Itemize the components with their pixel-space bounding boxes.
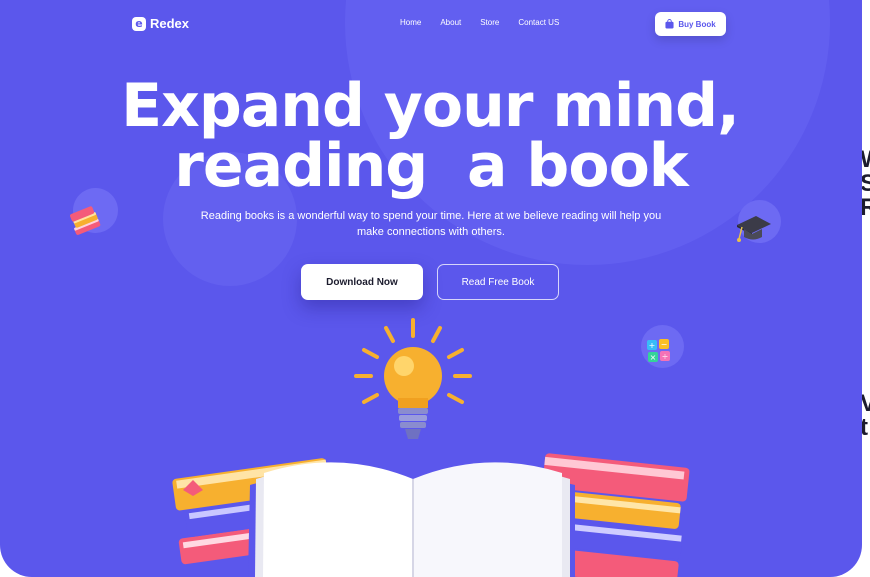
nav-item-home[interactable]: Home bbox=[400, 18, 421, 27]
calculator-icon: + − × ÷ bbox=[647, 339, 670, 362]
download-now-button[interactable]: Download Now bbox=[301, 264, 423, 300]
main-nav: Home About Store Contact US bbox=[400, 18, 559, 27]
open-book-icon bbox=[248, 462, 575, 577]
svg-text:÷: ÷ bbox=[662, 352, 669, 361]
book-stack-icon bbox=[70, 206, 101, 235]
lightbulb-icon bbox=[354, 318, 472, 439]
svg-text:×: × bbox=[650, 353, 657, 362]
hero-title-line1: Expand your mind, bbox=[121, 71, 740, 141]
nav-item-about[interactable]: About bbox=[440, 18, 461, 27]
svg-text:−: − bbox=[661, 340, 668, 349]
logo-mark: e bbox=[132, 16, 146, 31]
read-free-book-button[interactable]: Read Free Book bbox=[437, 264, 559, 300]
buy-book-label: Buy Book bbox=[678, 19, 716, 29]
hero-title-line2: reading a book bbox=[174, 131, 688, 201]
buy-book-button[interactable]: Buy Book bbox=[655, 12, 726, 36]
hero-subtitle: Reading books is a wonderful way to spen… bbox=[200, 210, 662, 238]
bag-icon bbox=[665, 19, 674, 29]
svg-text:+: + bbox=[649, 341, 656, 350]
brand-logo[interactable]: e Redex bbox=[132, 16, 189, 31]
nav-item-store[interactable]: Store bbox=[480, 18, 499, 27]
graduation-cap-icon bbox=[737, 216, 771, 242]
hero-section: e Redex Home About Store Contact US Buy … bbox=[0, 0, 862, 577]
nav-item-contact[interactable]: Contact US bbox=[518, 18, 559, 27]
page: W S R V t e Redex Home About Store Conta… bbox=[0, 0, 870, 577]
brand-name: Redex bbox=[150, 16, 190, 31]
